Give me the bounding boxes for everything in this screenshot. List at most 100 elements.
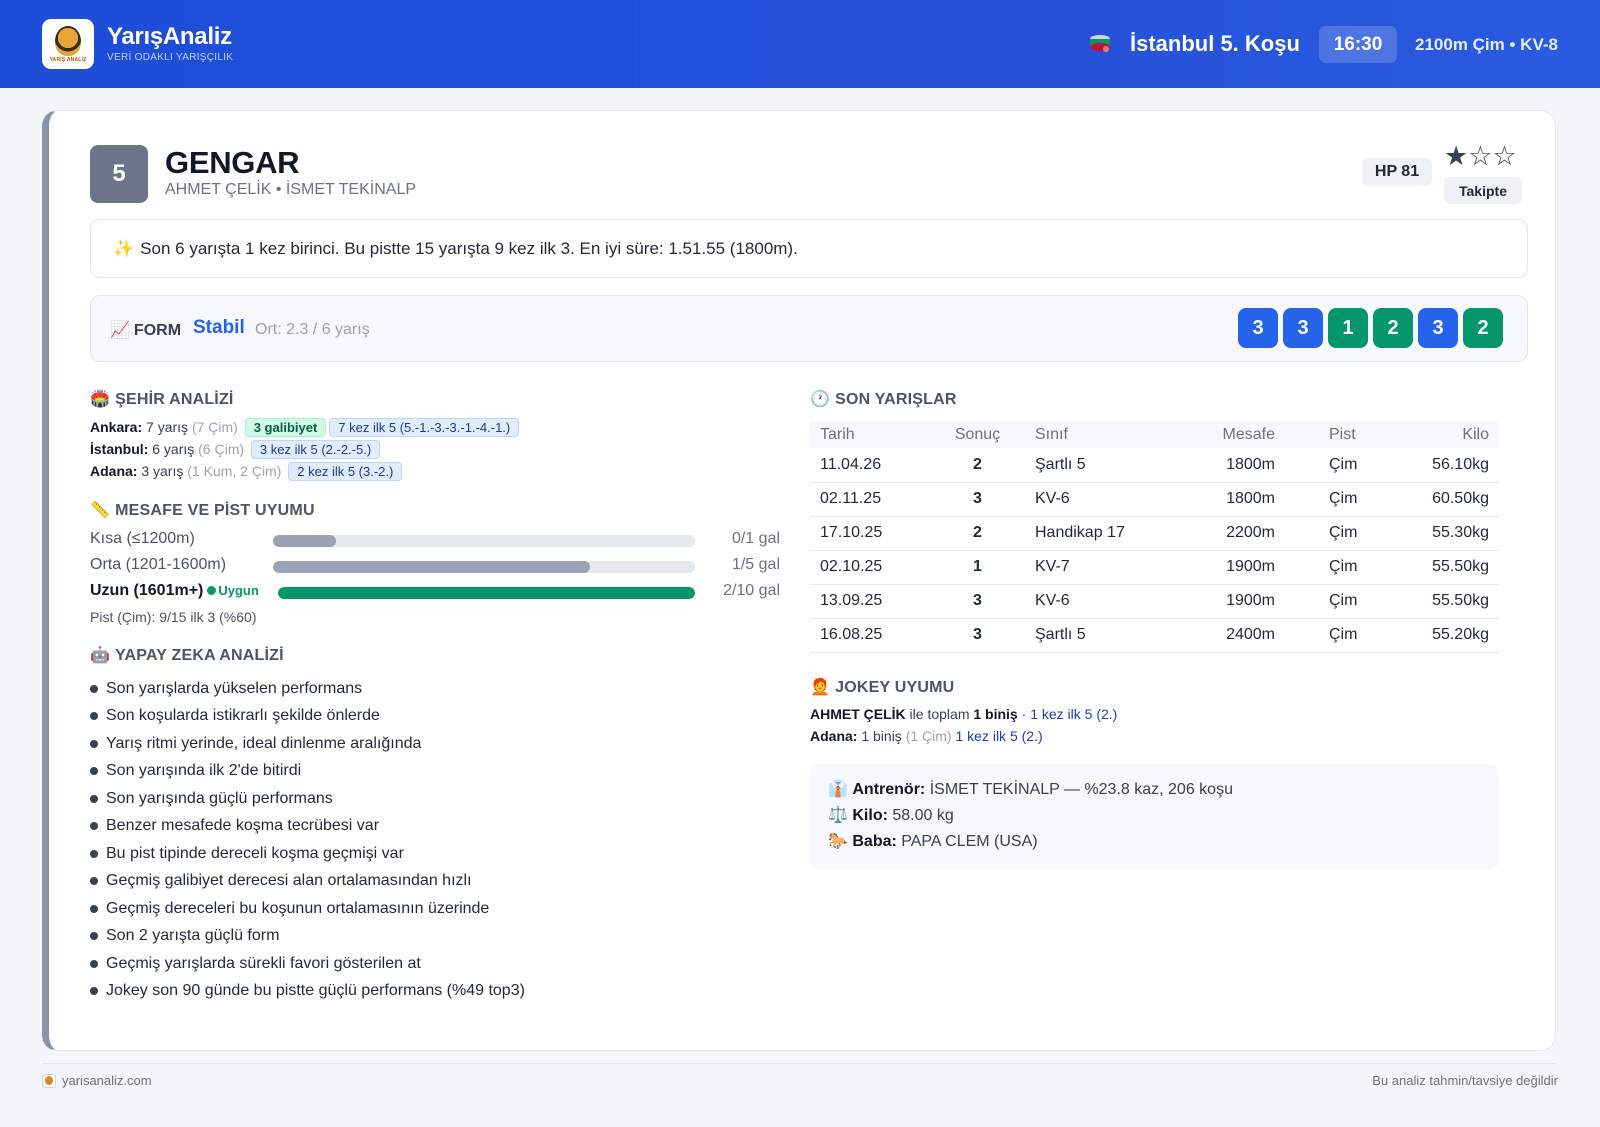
city-races: 3 yarış xyxy=(137,463,188,479)
col-weight: Kilo xyxy=(1375,421,1499,448)
ai-insights-list: Son yarışlarda yükselen performans Son ko… xyxy=(90,675,525,1005)
trainer-label: Antrenör: xyxy=(852,781,926,798)
race-time: 16:30 xyxy=(1319,26,1397,63)
race-date: 13.09.25 xyxy=(810,584,930,619)
distance-row-medium: Orta (1201-1600m) 1/5 gal xyxy=(90,556,780,578)
clock-icon: 🕐 xyxy=(810,391,831,408)
race-track: Çim xyxy=(1285,516,1375,551)
list-item: Son koşularda istikrarlı şekilde önlerde xyxy=(90,703,525,731)
jockey-city-rides: 1 biniş xyxy=(857,728,906,744)
table-row[interactable]: 02.11.25 3 KV-6 1800m Çim 60.50kg xyxy=(810,482,1499,517)
footer-disclaimer: Bu analiz tahmin/tavsiye değildir xyxy=(1372,1073,1558,1088)
race-class: KV-6 xyxy=(1025,584,1195,619)
jockey-text: ile toplam xyxy=(905,706,974,722)
city-title-text: ŞEHİR ANALİZİ xyxy=(115,391,234,408)
top5-tag: 3 kez ilk 5 (2.-2.-5.) xyxy=(250,440,381,459)
distance-label-text: Uzun (1601m+) xyxy=(90,582,204,599)
table-row[interactable]: 16.08.25 3 Şartlı 5 2400m Çim 55.20kg xyxy=(810,618,1499,653)
hippodrome-icon xyxy=(1090,35,1110,52)
horse-icon: 🐎 xyxy=(828,833,848,850)
city-section-title: 🏟️ ŞEHİR ANALİZİ xyxy=(90,389,234,409)
table-row[interactable]: 13.09.25 3 KV-6 1900m Çim 55.50kg xyxy=(810,584,1499,619)
city-name: İstanbul: xyxy=(90,441,149,457)
table-row[interactable]: 17.10.25 2 Handikap 17 2200m Çim 55.30kg xyxy=(810,516,1499,551)
tie-icon: 👔 xyxy=(828,781,848,798)
list-item: Geçmiş yarışlarda sürekli favori gösteri… xyxy=(90,950,525,978)
jockey-icon: 🧑‍🦰 xyxy=(810,679,831,696)
table-row[interactable]: 11.04.26 2 Şartlı 5 1800m Çim 56.10kg xyxy=(810,448,1499,483)
list-item: Geçmiş galibiyet derecesi alan ortalamas… xyxy=(90,868,525,896)
list-item: Jokey son 90 günde bu pistte güçlü perfo… xyxy=(90,978,525,1006)
sire-line: 🐎 Baba: PAPA CLEM (USA) xyxy=(828,831,1499,857)
race-meta: 2100m Çim • KV-8 xyxy=(1415,35,1558,54)
weight-label: Kilo: xyxy=(852,807,888,824)
city-row-adana: Adana: 3 yarış (1 Kum, 2 Çim) 2 kez ilk … xyxy=(90,462,403,481)
top5-tag: 2 kez ilk 5 (3.-2.) xyxy=(288,462,403,481)
distance-label: Kısa (≤1200m) xyxy=(90,530,195,547)
follow-button[interactable]: Takipte xyxy=(1444,177,1522,204)
city-name: Adana: xyxy=(90,463,138,479)
ai-title-text: YAPAY ZEKA ANALİZİ xyxy=(115,647,284,664)
race-weight: 55.20kg xyxy=(1375,618,1499,653)
distance-section-title: 📏 MESAFE VE PİST UYUMU xyxy=(90,500,315,520)
list-item: Son yarışında güçlü performans xyxy=(90,785,525,813)
race-result: 2 xyxy=(930,448,1025,483)
site-logo-icon xyxy=(42,1073,56,1088)
recent-races-table: Tarih Sonuç Sınıf Mesafe Pist Kilo 11.04… xyxy=(810,421,1499,653)
brand-name[interactable]: YarışAnaliz xyxy=(107,23,232,51)
list-item: Bu pist tipinde dereceli koşma geçmişi v… xyxy=(90,840,525,868)
weight-value: 58.00 kg xyxy=(887,807,954,824)
race-result: 2 xyxy=(930,516,1025,551)
col-distance: Mesafe xyxy=(1195,421,1285,448)
form-result-pill: 3 xyxy=(1283,308,1323,348)
distance-row-long: Uzun (1601m+) Uygun 2/10 gal xyxy=(90,582,780,604)
form-result-pill: 3 xyxy=(1238,308,1278,348)
jockey-section-title: 🧑‍🦰 JOKEY UYUMU xyxy=(810,677,954,697)
status-dot-icon xyxy=(207,586,217,595)
footer-site-text[interactable]: yarisanaliz.com xyxy=(62,1073,152,1088)
distance-bar xyxy=(273,535,695,547)
race-weight: 55.50kg xyxy=(1375,550,1499,585)
distance-row-short: Kısa (≤1200m) 0/1 gal xyxy=(90,530,780,552)
race-class: Şartlı 5 xyxy=(1025,618,1195,653)
form-average: Ort: 2.3 / 6 yarış xyxy=(255,321,370,338)
jockey-trainer: AHMET ÇELİK • İSMET TEKİNALP xyxy=(165,181,417,198)
city-detail: (6 Çim) xyxy=(198,441,245,457)
footer-site[interactable]: yarisanaliz.com xyxy=(42,1073,152,1088)
form-label-text: FORM xyxy=(133,322,182,339)
race-distance: 1900m xyxy=(1195,584,1285,619)
form-result-pill: 2 xyxy=(1373,308,1413,348)
city-detail: (1 Kum, 2 Çim) xyxy=(187,463,282,479)
form-result-pill: 1 xyxy=(1328,308,1368,348)
ruler-icon: 📏 xyxy=(90,502,111,519)
weight-line: ⚖️ Kilo: 58.00 kg xyxy=(828,805,1499,831)
trainer-line: 👔 Antrenör: İSMET TEKİNALP — %23.8 kaz, … xyxy=(828,779,1499,805)
race-class: Handikap 17 xyxy=(1025,516,1195,551)
city-detail: (7 Çim) xyxy=(191,419,238,435)
brand-logo[interactable]: YARIŞ ANALİZ xyxy=(42,19,94,69)
distance-bar-fill xyxy=(278,587,695,599)
city-races: 6 yarış xyxy=(148,441,199,457)
sire-label: Baba: xyxy=(852,833,897,850)
form-result-pill: 3 xyxy=(1418,308,1458,348)
race-distance: 2400m xyxy=(1195,618,1285,653)
horse-number: 5 xyxy=(90,145,148,203)
race-weight: 56.10kg xyxy=(1375,448,1499,483)
jockey-city-line: Adana: 1 biniş (1 Çim) 1 kez ilk 5 (2.) xyxy=(810,728,1043,744)
rating-stars-icon[interactable]: ★☆☆ xyxy=(1444,141,1517,172)
race-class: Şartlı 5 xyxy=(1025,448,1195,483)
chart-up-icon: 📈 xyxy=(110,322,130,339)
distance-value: 2/10 gal xyxy=(723,582,780,599)
form-result-pill: 2 xyxy=(1463,308,1503,348)
form-results: 331232 xyxy=(1238,308,1503,348)
race-result: 3 xyxy=(930,584,1025,619)
scale-icon: ⚖️ xyxy=(828,807,848,824)
sparkle-icon: ✨ xyxy=(113,238,135,258)
horse-logo-icon xyxy=(55,25,81,56)
ai-section-title: 🤖 YAPAY ZEKA ANALİZİ xyxy=(90,645,284,665)
distance-value: 0/1 gal xyxy=(731,530,780,547)
distance-bar-fill xyxy=(273,535,337,547)
race-result: 1 xyxy=(930,550,1025,585)
table-row[interactable]: 02.10.25 1 KV-7 1900m Çim 55.50kg xyxy=(810,550,1499,585)
race-track: Çim xyxy=(1285,550,1375,585)
